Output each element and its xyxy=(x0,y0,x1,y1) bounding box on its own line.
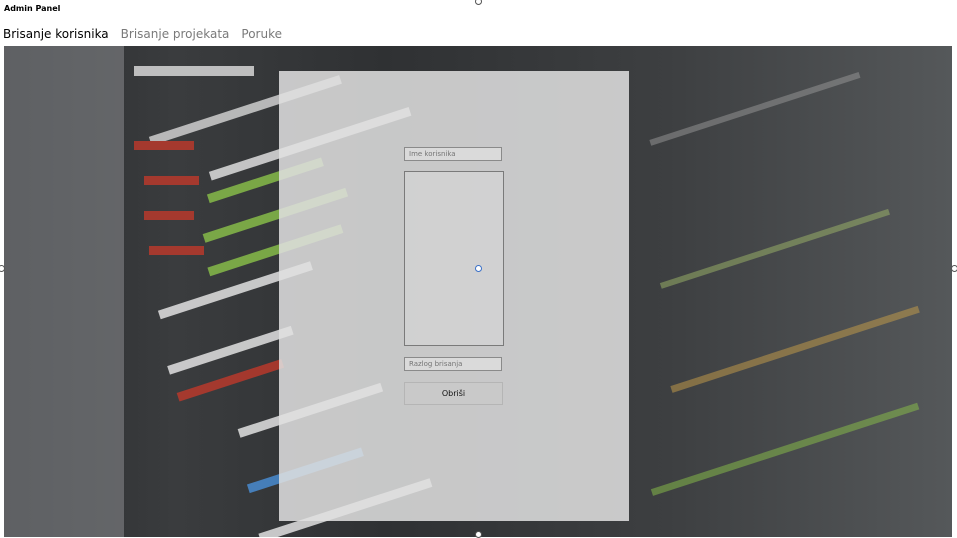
tab-bar: Brisanje korisnika Brisanje projekata Po… xyxy=(3,27,282,41)
window-title: Admin Panel xyxy=(4,4,61,13)
details-textarea[interactable] xyxy=(404,171,504,346)
resize-handle-right[interactable] xyxy=(951,265,957,272)
username-input[interactable] xyxy=(404,147,502,161)
reason-input[interactable] xyxy=(404,357,502,371)
delete-button[interactable]: Obriši xyxy=(404,382,503,405)
selection-handle-icon xyxy=(475,265,482,272)
tab-poruke[interactable]: Poruke xyxy=(241,27,282,41)
tab-brisanje-projekata[interactable]: Brisanje projekata xyxy=(121,27,230,41)
resize-handle-top[interactable] xyxy=(475,0,482,5)
tab-brisanje-korisnika[interactable]: Brisanje korisnika xyxy=(3,27,109,41)
